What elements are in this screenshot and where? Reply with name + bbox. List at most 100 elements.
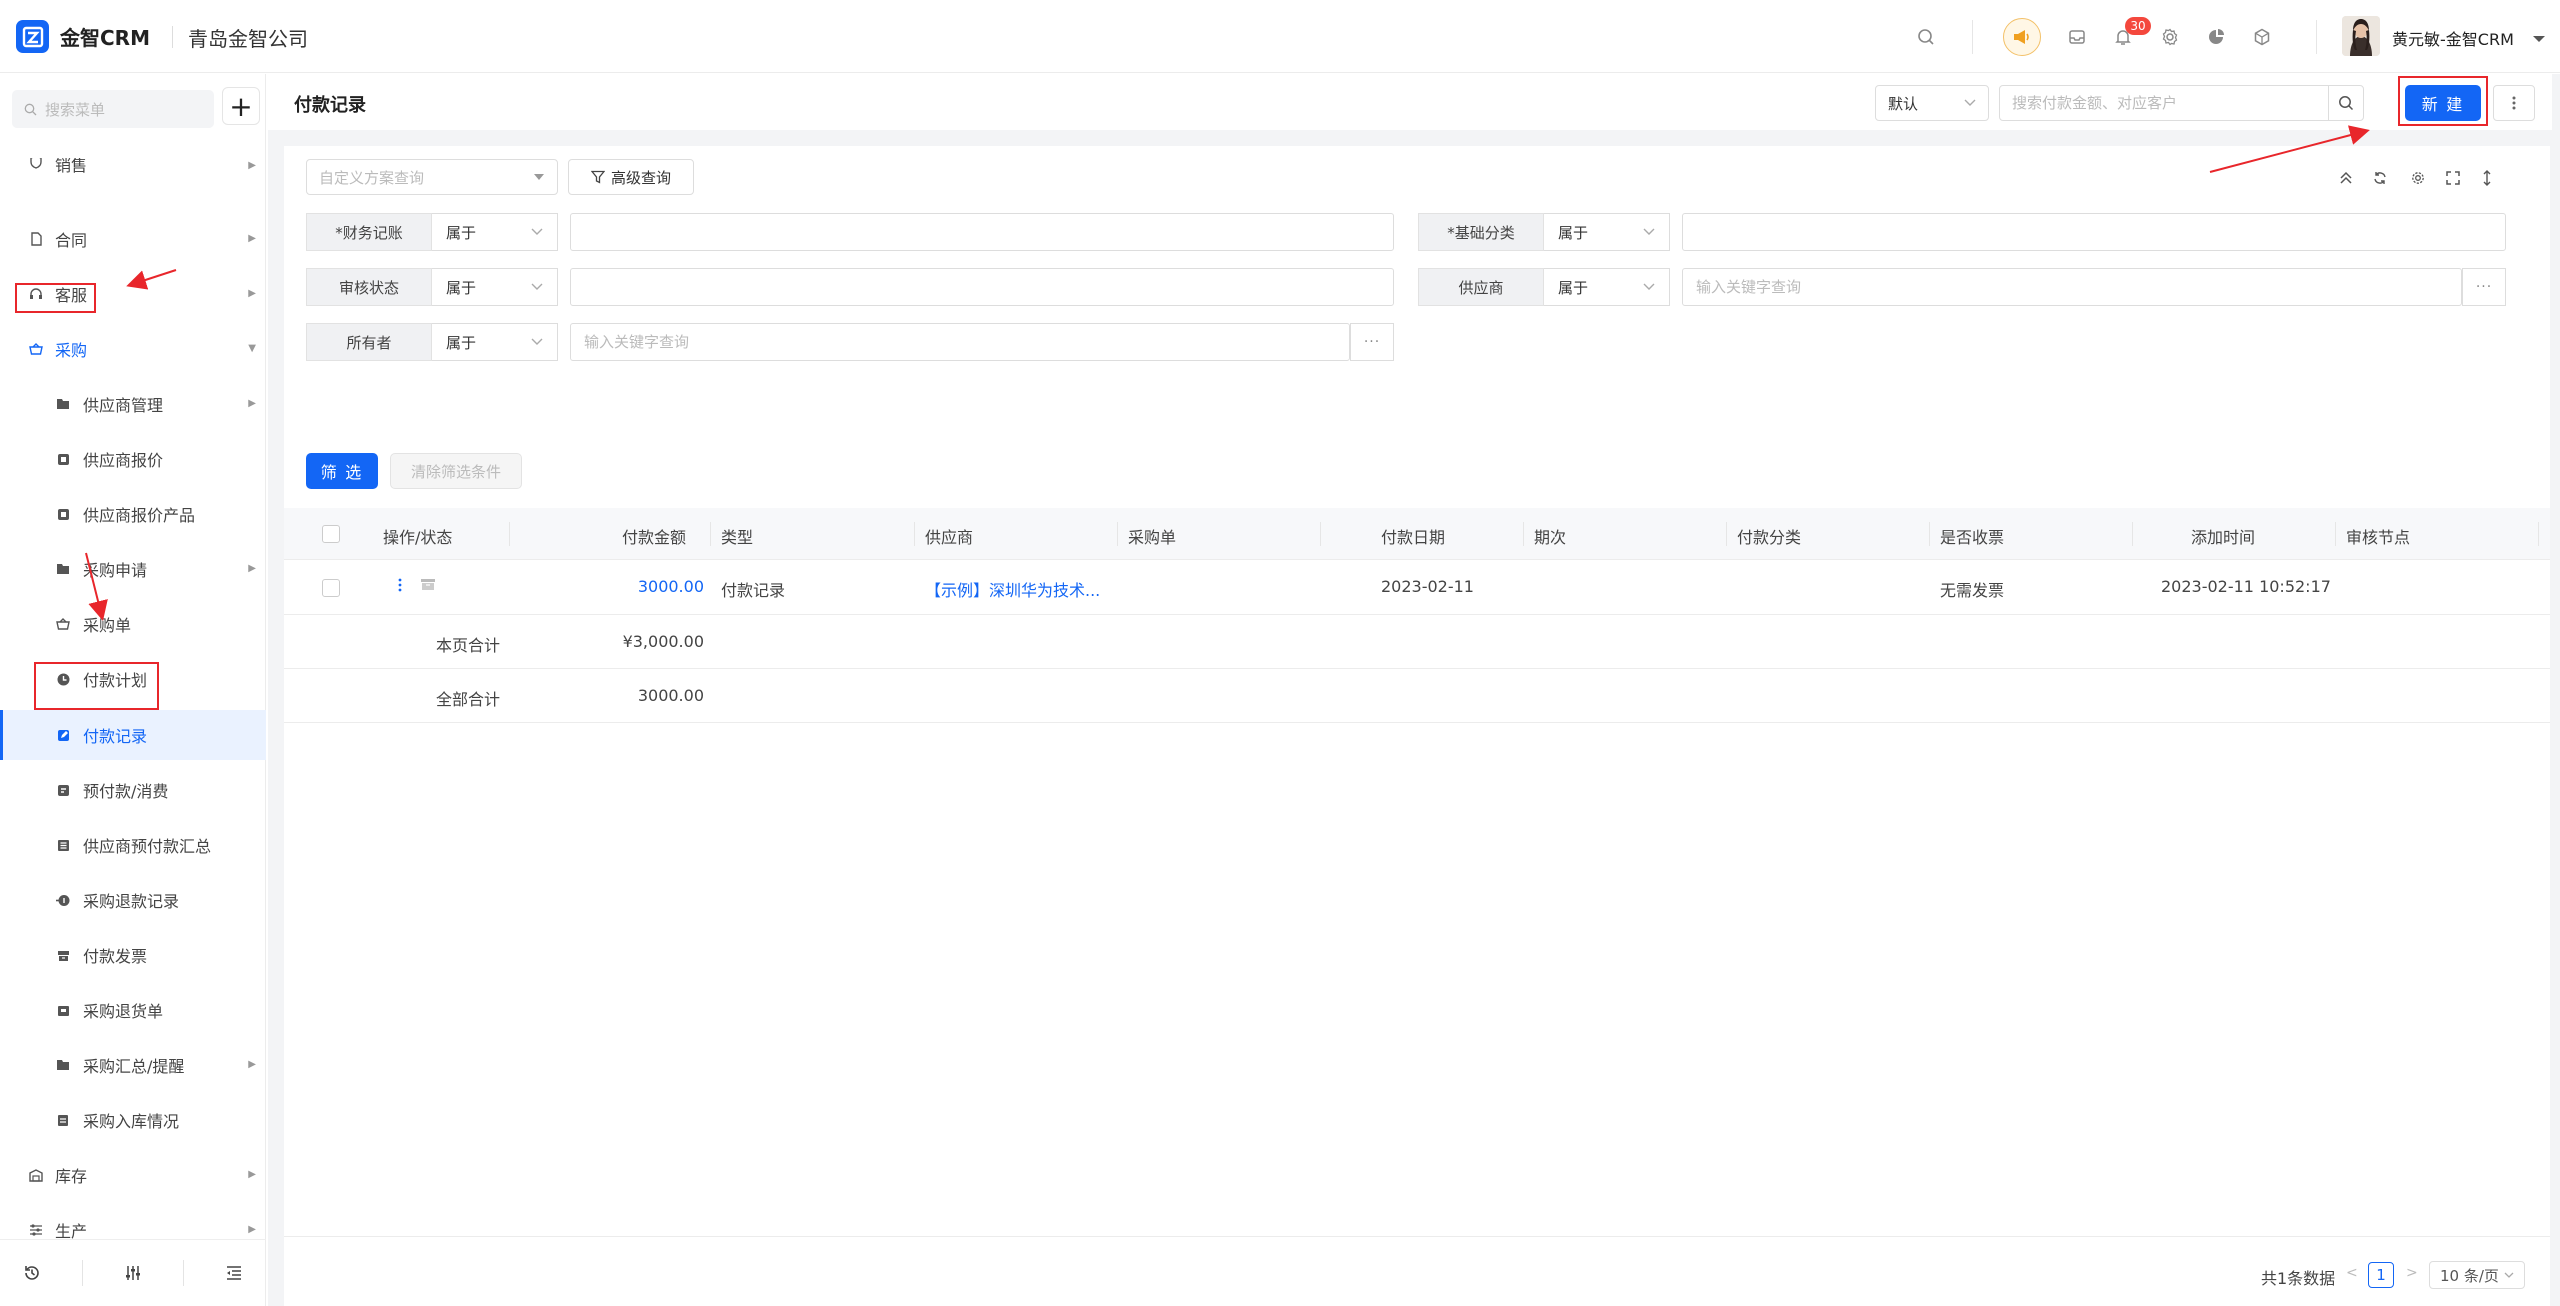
page-title: 付款记录: [294, 95, 366, 116]
prev-page-icon[interactable]: <: [2346, 1265, 2358, 1281]
document-icon: [28, 231, 44, 247]
filter-operator-select[interactable]: 属于: [1544, 268, 1670, 306]
search-button[interactable]: [2328, 85, 2364, 121]
column-header[interactable]: 是否收票: [1940, 524, 2004, 548]
history-icon[interactable]: [17, 1258, 47, 1288]
add-menu-button[interactable]: +: [222, 87, 260, 125]
sidebar-item-inventory[interactable]: 库存 ▶: [0, 1150, 266, 1200]
column-header[interactable]: 类型: [721, 524, 753, 548]
pie-chart-icon[interactable]: [2203, 24, 2229, 50]
page-scrollbar[interactable]: [2552, 74, 2560, 1306]
headset-icon: [28, 286, 44, 302]
search-input[interactable]: [1999, 85, 2329, 121]
chevron-down-icon[interactable]: [2532, 29, 2546, 48]
sidebar-item-purchase-summary[interactable]: 采购汇总/提醒 ▶: [0, 1040, 266, 1090]
page-number[interactable]: 1: [2368, 1262, 2394, 1288]
inbox-icon[interactable]: [2064, 24, 2090, 50]
sidebar-item-supplier-quote-product[interactable]: 供应商报价产品: [0, 489, 266, 539]
column-header[interactable]: 操作/状态: [383, 524, 452, 548]
page-total-value: ¥3,000.00: [622, 632, 704, 651]
folder-icon: [55, 1057, 71, 1073]
owner-picker-button[interactable]: ···: [1350, 323, 1394, 361]
sidebar-item-payment-record[interactable]: 付款记录: [0, 710, 266, 760]
chevron-down-icon: [1643, 283, 1655, 290]
logo-icon[interactable]: [16, 20, 49, 53]
audit-status-input[interactable]: [570, 268, 1394, 306]
supplier-picker-button[interactable]: ···: [2462, 268, 2506, 306]
view-select[interactable]: 默认: [1875, 85, 1989, 121]
sidebar-item-service[interactable]: 客服 ▶: [0, 269, 266, 319]
sidebar-item-purchase-order[interactable]: 采购单: [0, 599, 266, 649]
archive-status-icon: [420, 576, 436, 595]
custom-plan-placeholder: 自定义方案查询: [319, 168, 425, 187]
column-header[interactable]: 采购单: [1128, 524, 1176, 548]
sidebar-item-ticket[interactable]: 工单 ▶: [0, 1219, 266, 1239]
gear-icon[interactable]: [2157, 24, 2183, 50]
sidebar-item-sales[interactable]: 销售 ▶: [0, 158, 266, 182]
supplier-keyword-input[interactable]: [1682, 268, 2462, 306]
row-checkbox[interactable]: [322, 579, 340, 597]
chevron-down-icon: [2504, 1272, 2514, 1278]
column-header[interactable]: 供应商: [925, 524, 973, 548]
column-header[interactable]: 添加时间: [2191, 524, 2255, 548]
more-options-button[interactable]: [2493, 85, 2535, 121]
filter-operator-select[interactable]: 属于: [432, 268, 558, 306]
sidebar-item-purchase-return[interactable]: 采购退货单: [0, 985, 266, 1035]
basic-category-input[interactable]: [1682, 213, 2506, 251]
sidebar-item-label: 付款发票: [83, 947, 148, 966]
sidebar-item-label: 采购退货单: [83, 1002, 164, 1021]
select-all-checkbox[interactable]: [322, 525, 340, 543]
column-divider: [1523, 522, 1524, 546]
refresh-icon[interactable]: [2370, 168, 2390, 188]
column-header[interactable]: 付款日期: [1381, 524, 1445, 548]
sidebar-item-purchase[interactable]: 采购 ▶: [0, 324, 266, 374]
sidebar-item-purchase-refund[interactable]: 采购退款记录: [0, 875, 266, 925]
column-header[interactable]: 审核节点: [2346, 524, 2410, 548]
row-menu-icon[interactable]: [398, 577, 402, 596]
supplier-link[interactable]: 【示例】深圳华为技术...: [925, 577, 1100, 601]
sidebar-item-supplier-mgmt[interactable]: 供应商管理 ▶: [0, 379, 266, 429]
payment-amount-link[interactable]: 3000.00: [584, 577, 704, 596]
filter-operator-select[interactable]: 属于: [1544, 213, 1670, 251]
advanced-query-button[interactable]: 高级查询: [568, 159, 694, 195]
sidebar-item-prepayment[interactable]: 预付款/消费: [0, 765, 266, 815]
column-divider: [914, 522, 915, 546]
finance-ledger-input[interactable]: [570, 213, 1394, 251]
filter-button[interactable]: 筛 选: [306, 453, 378, 489]
sidebar-item-payment-invoice[interactable]: 付款发票: [0, 930, 266, 980]
next-page-icon[interactable]: >: [2406, 1265, 2418, 1281]
collapse-menu-icon[interactable]: [219, 1258, 249, 1288]
filter-operator-value: 属于: [446, 223, 477, 242]
table-row[interactable]: 3000.00 付款记录 【示例】深圳华为技术... 2023-02-11 无需…: [284, 560, 2550, 615]
filter-operator-select[interactable]: 属于: [432, 323, 558, 361]
new-button[interactable]: 新 建: [2405, 85, 2481, 121]
clear-filters-button[interactable]: 清除筛选条件: [390, 453, 522, 489]
column-header[interactable]: 期次: [1534, 524, 1566, 548]
search-icon[interactable]: [1913, 24, 1939, 50]
avatar[interactable]: [2342, 16, 2380, 56]
megaphone-icon[interactable]: [2003, 18, 2041, 56]
menu-search-input[interactable]: 搜索菜单: [12, 90, 214, 128]
sidebar-item-contract[interactable]: 合同 ▶: [0, 214, 266, 264]
fullscreen-icon[interactable]: [2443, 168, 2463, 188]
column-header[interactable]: 付款金额: [620, 524, 686, 548]
owner-keyword-input[interactable]: [570, 323, 1350, 361]
column-header[interactable]: 付款分类: [1737, 524, 1801, 548]
page-size-select[interactable]: 10 条/页: [2429, 1261, 2525, 1289]
sidebar-item-purchase-request[interactable]: 采购申请 ▶: [0, 544, 266, 594]
sidebar-item-supplier-prepay-summary[interactable]: 供应商预付款汇总: [0, 820, 266, 870]
sidebar-item-purchase-inbound[interactable]: 采购入库情况: [0, 1095, 266, 1145]
filter-label-audit-status: 审核状态: [306, 268, 432, 306]
custom-plan-select[interactable]: 自定义方案查询: [306, 159, 558, 195]
sidebar-item-supplier-quote[interactable]: 供应商报价: [0, 434, 266, 484]
sliders-icon[interactable]: [118, 1258, 148, 1288]
row-height-icon[interactable]: [2477, 168, 2497, 188]
user-name[interactable]: 黄元敏-金智CRM: [2392, 26, 2514, 50]
collapse-up-icon[interactable]: [2336, 168, 2356, 188]
sidebar-item-payment-plan[interactable]: 付款计划: [0, 654, 266, 704]
filter-operator-select[interactable]: 属于: [432, 213, 558, 251]
cube-icon[interactable]: [2249, 24, 2275, 50]
column-divider: [509, 522, 510, 546]
gear-icon[interactable]: [2408, 168, 2428, 188]
company-name[interactable]: 青岛金智公司: [188, 23, 308, 52]
